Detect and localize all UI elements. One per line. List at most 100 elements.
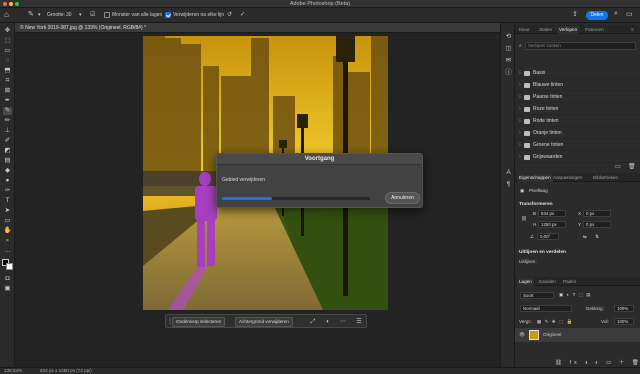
- x-field[interactable]: 0 px: [583, 210, 611, 217]
- adjustment-icon[interactable]: ◐: [323, 317, 333, 327]
- frame-tool-icon[interactable]: ⊠: [3, 87, 12, 95]
- tab-channels[interactable]: Kanalen: [537, 278, 558, 286]
- y-field[interactable]: 0 px: [583, 221, 611, 228]
- select-subject-button[interactable]: Onderwerp selecteren: [172, 317, 226, 327]
- hand-tool-icon[interactable]: ✋: [3, 227, 12, 235]
- gradient-folder[interactable]: › Basis: [515, 68, 640, 79]
- gradient-folder[interactable]: › Roze tinten: [515, 104, 640, 115]
- paragraph-panel-icon[interactable]: ¶: [504, 181, 513, 189]
- tab-gradients[interactable]: Verlopen: [557, 26, 580, 34]
- transform-icon[interactable]: ⤢: [308, 317, 318, 327]
- info-icon[interactable]: ⓘ: [504, 69, 513, 77]
- gradient-tool-icon[interactable]: ▤: [3, 157, 12, 165]
- size-dropdown-icon[interactable]: ▾: [79, 12, 82, 18]
- tab-layers[interactable]: Lagen: [517, 278, 534, 286]
- blur-tool-icon[interactable]: ◆: [3, 167, 12, 175]
- cloud-upload-icon[interactable]: ⇪: [572, 10, 578, 18]
- screen-mode-icon[interactable]: ▣: [3, 285, 12, 293]
- brush-tool-icon[interactable]: ✏: [3, 117, 12, 125]
- tab-swatches[interactable]: Stalen: [537, 26, 554, 34]
- lock-icons[interactable]: ▩ ✎ ✥ ⬚ 🔒: [537, 319, 573, 325]
- gradient-folder[interactable]: › Paarse tinten: [515, 92, 640, 103]
- gradient-folder[interactable]: › Rode tinten: [515, 116, 640, 127]
- artboard-tool-icon[interactable]: ⬚: [3, 37, 12, 45]
- blend-mode-select[interactable]: Normaal: [520, 305, 572, 312]
- new-folder-icon[interactable]: ▭: [615, 163, 621, 170]
- fill-field[interactable]: 100%: [614, 318, 634, 325]
- opacity-field[interactable]: 100%: [614, 305, 634, 312]
- delete-icon[interactable]: 🗑: [628, 163, 636, 170]
- filter-icons[interactable]: ▣ ◐ T ⬚ ▤: [559, 292, 592, 298]
- search-icon[interactable]: ⌕: [614, 10, 618, 18]
- lasso-tool-icon[interactable]: ◌: [3, 57, 12, 65]
- sample-all-layers-checkbox[interactable]: [104, 12, 110, 18]
- brush-preset-icon[interactable]: ▾: [38, 12, 41, 18]
- remove-tool-active-icon[interactable]: ✎: [3, 107, 12, 115]
- quick-mask-icon[interactable]: ◘: [3, 275, 12, 283]
- tab-paths[interactable]: Paden: [561, 278, 578, 286]
- link-dimensions-icon[interactable]: ⛓: [521, 216, 527, 222]
- layer-row[interactable]: 👁 Origineel: [515, 328, 640, 342]
- eraser-tool-icon[interactable]: ◩: [3, 147, 12, 155]
- layer-filter-select[interactable]: Soort: [520, 292, 554, 299]
- comments-icon[interactable]: ✉: [504, 57, 513, 65]
- eye-icon[interactable]: 👁: [519, 332, 525, 338]
- more-tools-icon[interactable]: …: [3, 247, 12, 255]
- flip-vertical-icon[interactable]: ⇅: [595, 234, 599, 240]
- drag-handle-icon[interactable]: ⋮: [167, 317, 173, 327]
- settings-icon[interactable]: ☰: [354, 317, 364, 327]
- gradient-folder[interactable]: › Grijswaarden: [515, 152, 640, 163]
- marquee-tool-icon[interactable]: ▭: [3, 47, 12, 55]
- crop-tool-icon[interactable]: ⌗: [3, 77, 12, 85]
- tab-libraries[interactable]: Bibliotheken: [591, 174, 620, 182]
- commit-check-icon[interactable]: ✓: [240, 11, 245, 18]
- layer-actions-icons[interactable]: ⛓ fx ◑ ◐ ▭ ＋ 🗑: [555, 358, 640, 366]
- blend-mode-value: Normaal: [523, 306, 540, 311]
- history-brush-icon[interactable]: ✐: [3, 137, 12, 145]
- history-icon[interactable]: ⟲: [504, 33, 513, 41]
- tab-adjustments[interactable]: Aanpassingen: [551, 174, 584, 182]
- path-selection-tool-icon[interactable]: ➤: [3, 207, 12, 215]
- share-button[interactable]: Delen: [586, 11, 608, 20]
- chevron-right-icon: ›: [519, 154, 521, 160]
- size-value[interactable]: 30: [66, 12, 72, 18]
- document-tab[interactable]: © New York 2019-387.jpg @ 139% (Originee…: [15, 23, 500, 33]
- cancel-button[interactable]: Annuleren: [385, 192, 420, 204]
- type-tool-icon[interactable]: T: [3, 197, 12, 205]
- stamp-tool-icon[interactable]: ⊥: [3, 127, 12, 135]
- gradients-search-input[interactable]: Verlopen zoeken: [525, 42, 636, 50]
- angle-field[interactable]: 0,00°: [537, 233, 559, 240]
- sample-all-layers-label: Monster van alle lagen: [112, 12, 163, 18]
- remove-tool-icon[interactable]: ✎: [28, 10, 34, 18]
- move-tool-icon[interactable]: ✥: [3, 27, 12, 35]
- folder-icon: [524, 83, 530, 88]
- dodge-tool-icon[interactable]: ●: [3, 177, 12, 185]
- more-options-icon[interactable]: ⋯: [338, 317, 348, 327]
- undo-icon[interactable]: ↺: [227, 11, 232, 18]
- pen-tool-icon[interactable]: ✑: [3, 187, 12, 195]
- adjust-panel-icon[interactable]: ◫: [504, 45, 513, 53]
- width-field[interactable]: 834 px: [538, 210, 566, 217]
- background-color-swatch[interactable]: [6, 263, 13, 270]
- zoom-level[interactable]: 138,53%: [4, 368, 22, 373]
- zoom-tool-icon[interactable]: ⌕: [3, 237, 12, 245]
- workspace-icon[interactable]: ▭: [626, 10, 633, 18]
- tab-properties[interactable]: Eigenschappen: [517, 174, 553, 182]
- folder-label: Groene tinten: [533, 142, 564, 148]
- height-field[interactable]: 1250 px: [538, 221, 566, 228]
- object-selection-tool-icon[interactable]: ⬒: [3, 67, 12, 75]
- shape-tool-icon[interactable]: ▭: [3, 217, 12, 225]
- gradient-folder[interactable]: › Oranje tinten: [515, 128, 640, 139]
- gradient-folder[interactable]: › Blauwe tinten: [515, 80, 640, 91]
- home-icon[interactable]: ⌂: [4, 10, 9, 19]
- tab-color[interactable]: Kleur: [517, 26, 532, 34]
- flip-horizontal-icon[interactable]: ⇆: [583, 234, 587, 240]
- tab-patterns[interactable]: Patronen: [583, 26, 606, 34]
- eyedropper-tool-icon[interactable]: ✒: [3, 97, 12, 105]
- gradient-folder[interactable]: › Groene tinten: [515, 140, 640, 151]
- pressure-size-icon[interactable]: ☑: [90, 11, 95, 18]
- panel-menu-icon[interactable]: ≡: [629, 26, 636, 34]
- remove-after-stroke-checkbox[interactable]: [165, 12, 171, 18]
- remove-background-button[interactable]: Achtergrond verwijderen: [235, 317, 293, 327]
- character-panel-icon[interactable]: A: [504, 169, 513, 177]
